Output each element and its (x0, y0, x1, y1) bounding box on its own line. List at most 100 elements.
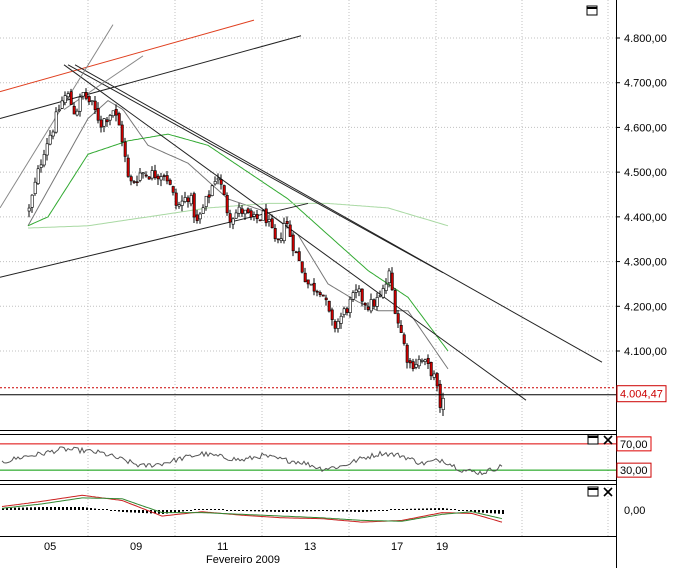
macd-histogram-bar (230, 510, 232, 511)
macd-histogram-bar (370, 510, 372, 512)
macd-histogram-bar (270, 510, 272, 512)
macd-histogram-bar (34, 507, 36, 510)
macd-histogram-bar (198, 509, 200, 510)
macd-histogram-bar (430, 508, 432, 510)
candle-body (324, 297, 328, 301)
candle-body (300, 261, 304, 273)
x-tick-label: 19 (436, 541, 448, 553)
candle-body (360, 288, 364, 302)
macd-histogram-bar (438, 508, 440, 510)
maximize-icon[interactable] (587, 486, 599, 497)
candle-body (45, 143, 49, 156)
macd-histogram-bar (302, 510, 304, 512)
macd-histogram-bar (118, 510, 120, 512)
candle (117, 111, 121, 126)
macd-histogram-bar (78, 507, 80, 510)
macd-histogram-bar (294, 510, 296, 512)
macd-histogram-bar (266, 510, 268, 512)
macd-histogram-bar (54, 507, 56, 510)
candle-body (246, 208, 250, 213)
candle-body (258, 219, 262, 222)
candle-body (414, 364, 418, 368)
candle-body (351, 292, 355, 300)
candle-body (99, 119, 103, 128)
candle (393, 287, 397, 315)
macd-histogram-bar (70, 507, 72, 510)
candle-body (219, 179, 223, 185)
candle-body (42, 154, 46, 166)
candle-body (69, 91, 73, 105)
macd-histogram-bar (38, 507, 40, 510)
macd-histogram-bar (14, 507, 16, 510)
candle-body (309, 283, 313, 286)
macd-histogram-bar (254, 510, 256, 512)
maximize-icon[interactable] (586, 5, 598, 16)
candle-body (417, 359, 421, 367)
candle-body (339, 315, 343, 324)
macd-histogram-bar (274, 510, 276, 512)
candle-body (192, 193, 196, 218)
candle-body (213, 181, 217, 185)
macd-histogram-bar (338, 510, 340, 512)
macd-histogram-bar (82, 507, 84, 510)
candle-body (156, 175, 160, 180)
candle-body (123, 141, 127, 157)
macd-histogram-bar (494, 510, 496, 514)
candle (126, 154, 130, 178)
candle-body (402, 334, 406, 344)
candle-body (285, 221, 289, 224)
macd-histogram-bar (178, 510, 180, 512)
x-tick-label: 17 (391, 541, 403, 553)
maximize-icon[interactable] (587, 434, 599, 445)
macd-histogram-bar (310, 510, 312, 512)
y-tick-label: 4.200,00 (624, 301, 667, 313)
candle-body (186, 197, 190, 203)
candle-body (423, 359, 427, 362)
candle-body (141, 172, 145, 175)
candle-body (420, 360, 424, 362)
macd-histogram-bar (162, 510, 164, 514)
macd-histogram-bar (218, 509, 220, 510)
macd-histogram-bar (426, 508, 428, 510)
candle-body (327, 300, 331, 312)
candle-body (204, 195, 208, 207)
candle-body (384, 283, 388, 291)
candle-body (363, 302, 367, 306)
candle-body (39, 164, 43, 168)
macd-histogram-bar (98, 509, 100, 510)
macd-histogram-bar (282, 510, 284, 512)
candle-body (396, 313, 400, 324)
macd-histogram-bar (354, 510, 356, 512)
candle (327, 300, 331, 313)
candle-body (117, 113, 121, 126)
candle-body (369, 299, 373, 312)
candle-body (375, 297, 379, 307)
macd-histogram-bar (390, 509, 392, 510)
candle-body (231, 218, 235, 225)
macd-histogram-bar (402, 509, 404, 510)
x-tick-label: 13 (304, 541, 316, 553)
y-tick-label: 4.800,00 (624, 33, 667, 45)
macd-histogram-bar (442, 508, 444, 510)
macd-histogram-bar (210, 509, 212, 510)
candle-body (54, 111, 58, 133)
macd-histogram-bar (446, 508, 448, 510)
macd-histogram-bar (330, 510, 332, 512)
candle-body (147, 176, 151, 180)
candle-body (426, 357, 430, 365)
candle-body (321, 294, 325, 297)
candle-body (189, 195, 193, 205)
macd-histogram-bar (58, 507, 60, 510)
candle-body (174, 192, 178, 206)
candle-body (243, 209, 247, 215)
macd-histogram-bar (462, 510, 464, 511)
candle (309, 283, 313, 286)
candle-body (372, 299, 376, 307)
candle-body (228, 213, 232, 223)
trading-chart-window: 4.100,00 4.200,00 4.300,00 4.400,00 4.500,00… (0, 0, 678, 568)
candle (300, 261, 304, 274)
candle-body (93, 100, 97, 110)
macd-histogram-bar (434, 508, 436, 510)
x-tick-label: 05 (44, 541, 56, 553)
candle-body (333, 321, 337, 329)
